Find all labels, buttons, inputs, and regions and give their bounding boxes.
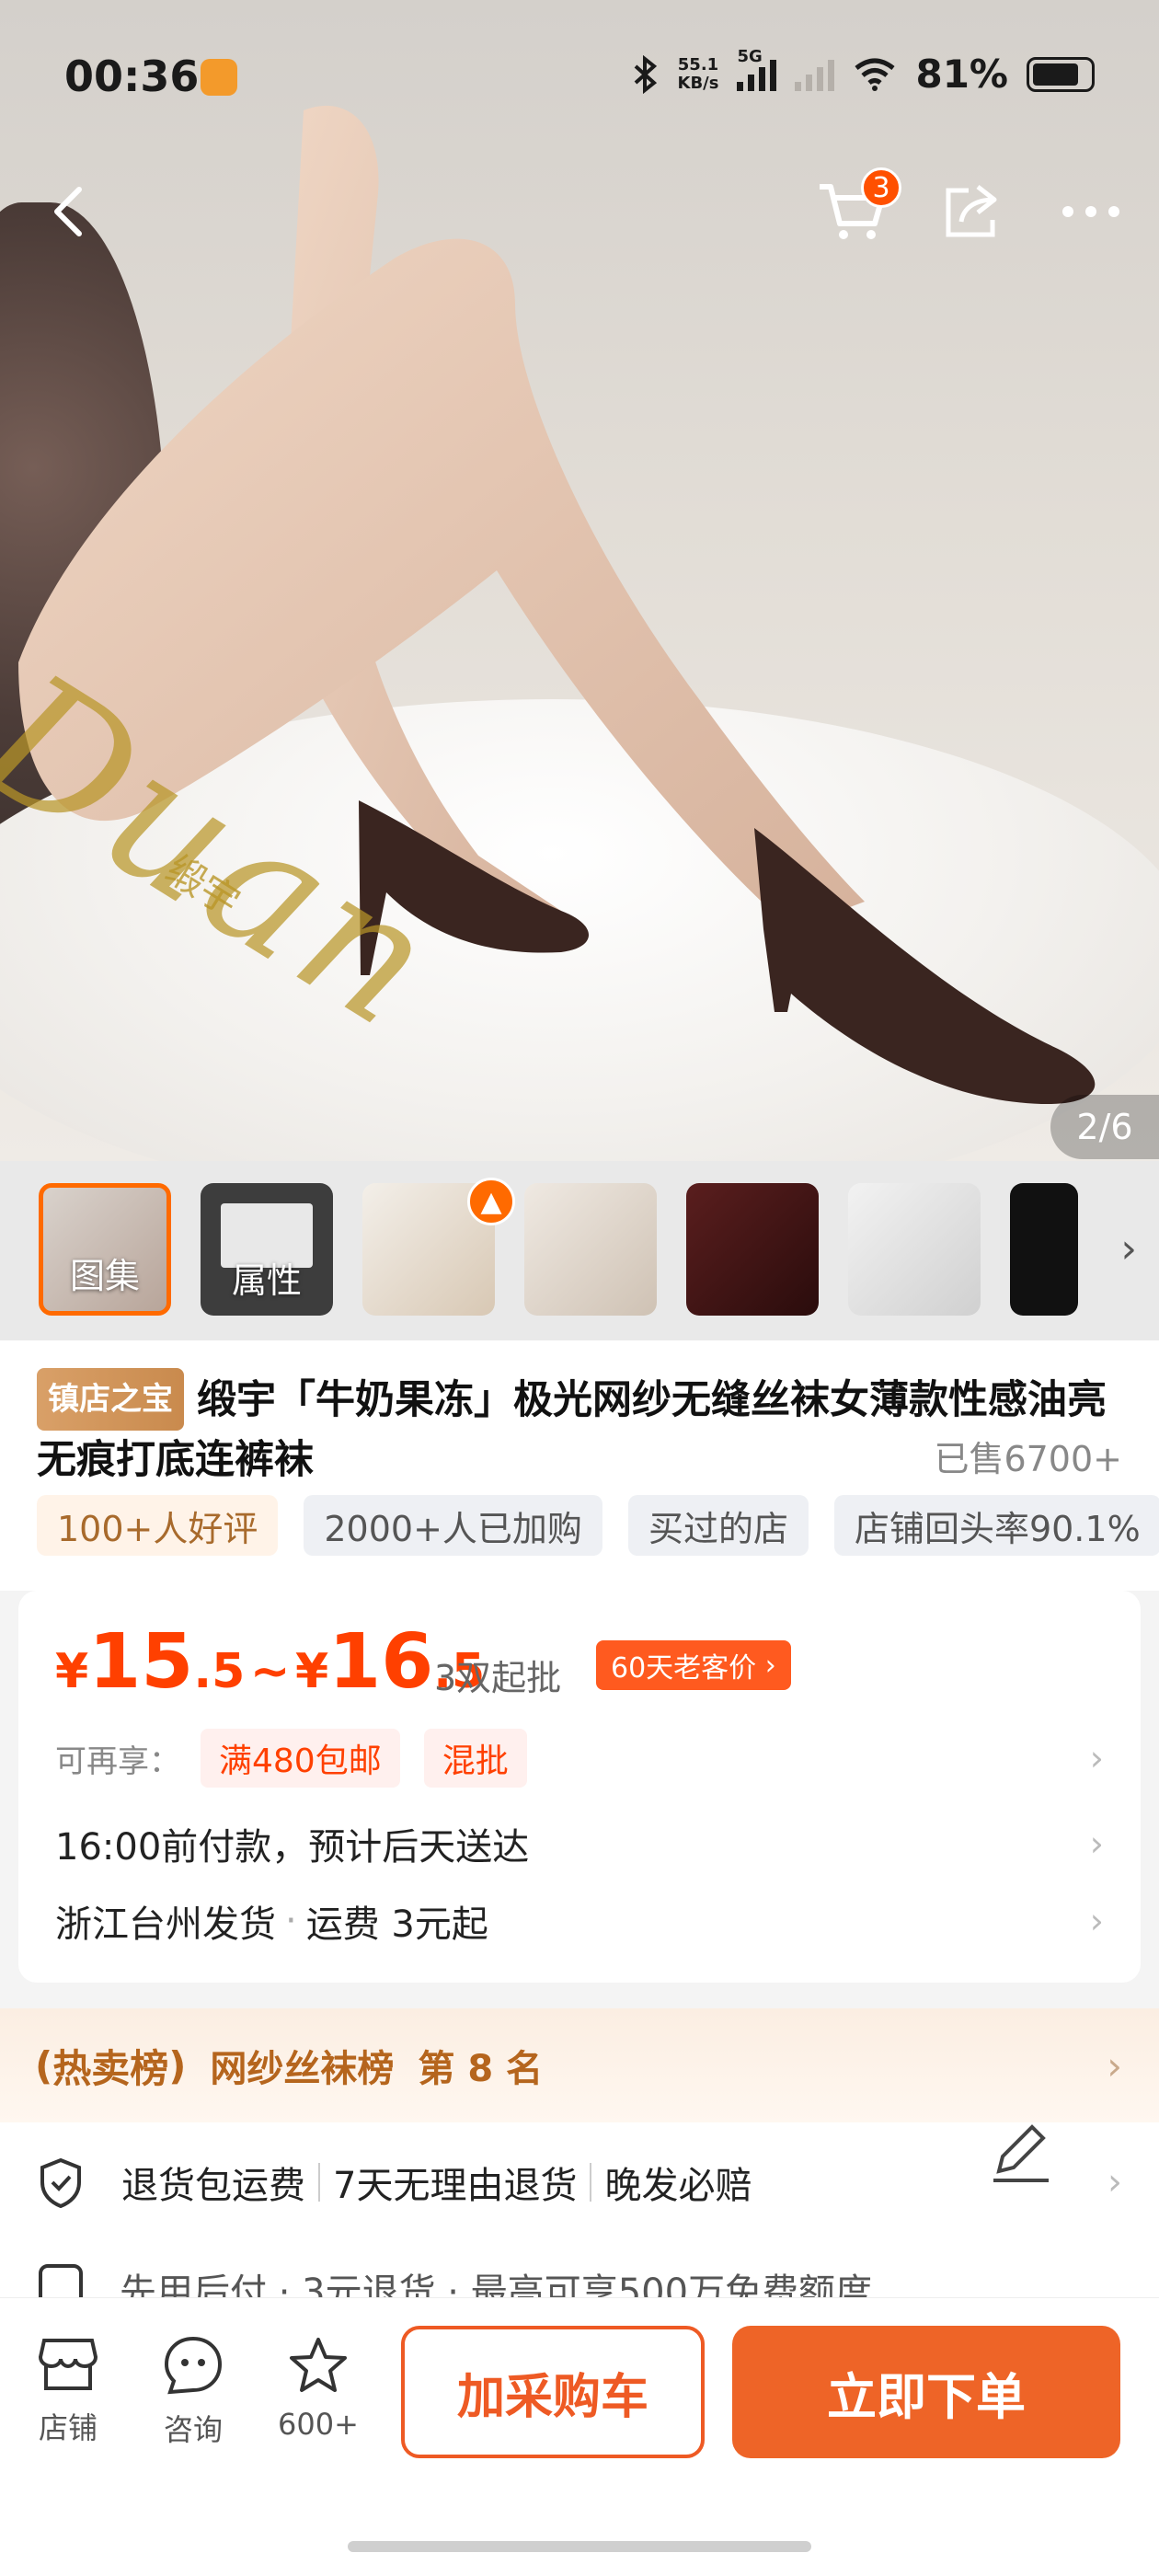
cart-count-badge: 3 [861, 167, 901, 208]
currency-symbol: ¥ [55, 1644, 89, 1699]
buy-now-button[interactable]: 立即下单 [732, 2326, 1120, 2458]
chip-reviews[interactable]: 100+人好评 [37, 1495, 279, 1556]
thumb-gallery[interactable]: 图集 [39, 1183, 171, 1316]
favorite-count: 600+ [278, 2407, 359, 2442]
guarantee-7day-return: 7天无理由退货 [333, 2165, 578, 2207]
image-counter: 2/6 [1050, 1095, 1159, 1159]
back-button[interactable] [31, 175, 105, 248]
pay-later-text: 先用后付 · 3元退货 · 最高可享500万免费额度 [120, 2271, 873, 2297]
chip-added-cart[interactable]: 2000+人已加购 [304, 1495, 602, 1556]
promo-free-shipping: 满480包邮 [201, 1729, 400, 1788]
thumb-image-5[interactable] [686, 1183, 819, 1316]
dot-separator: · [285, 1900, 297, 1942]
consult-tab[interactable]: 咨询 [138, 2335, 248, 2449]
status-time: 00:36 [64, 52, 200, 101]
shield-icon [40, 2157, 81, 2208]
shipping-row[interactable]: 浙江台州发货 · 运费 3元起 › [55, 1894, 1104, 1948]
chevron-right-icon: › [1107, 2042, 1122, 2088]
add-to-cart-button[interactable]: 加采购车 [401, 2326, 705, 2458]
signal-2-icon [795, 58, 835, 91]
chip-repurchase-rate[interactable]: 店铺回头率90.1% [833, 1495, 1159, 1556]
thumbs-next-chevron-icon[interactable]: › [1120, 1225, 1137, 1272]
guarantee-late-compensation: 晚发必赔 [604, 2165, 752, 2207]
edit-icon[interactable] [984, 2116, 1058, 2190]
enjoy-label: 可再享： [55, 1742, 180, 1780]
chevron-right-icon: › [756, 1649, 776, 1682]
battery-icon [1027, 56, 1095, 92]
pay-later-icon [39, 2264, 83, 2297]
more-icon [1062, 206, 1119, 217]
promo-row[interactable]: 可再享： 满480包邮 混批 › [55, 1729, 1104, 1788]
status-bar: 00:36 55.1 KB/s 5G 81% [0, 0, 1159, 156]
store-treasure-badge: 镇店之宝 [37, 1368, 184, 1431]
bottom-action-bar: 店铺 咨询 600+ 加采购车 立即下单 [0, 2297, 1159, 2576]
price-high-int: 16 [328, 1618, 434, 1706]
guarantee-return-shipping: 退货包运费 [121, 2165, 305, 2207]
battery-fill [1033, 63, 1078, 86]
laurel-icon: ) [168, 2042, 187, 2088]
more-button[interactable] [1054, 175, 1128, 248]
store-icon [38, 2339, 98, 2390]
star-icon [290, 2338, 347, 2392]
bluetooth-icon [634, 54, 657, 94]
currency-symbol: ¥ [294, 1644, 329, 1699]
chevron-right-icon: › [1089, 1823, 1104, 1864]
thumb-image-7[interactable] [1010, 1183, 1078, 1316]
favorite-tab[interactable]: 600+ [263, 2335, 373, 2442]
delivery-estimate: 16:00前付款，预计后天送达 [55, 1826, 530, 1869]
share-icon [946, 185, 997, 237]
chevron-right-icon: › [1107, 2161, 1122, 2203]
pay-later-row[interactable]: 先用后付 · 3元退货 · 最高可享500万免费额度 [0, 2242, 1159, 2297]
old-customer-price-button[interactable]: 60天老客价 › [596, 1640, 791, 1690]
rank-position: 第 8 名 [418, 2048, 544, 2090]
cell-signal: 5G [737, 47, 777, 91]
product-title-section: 镇店之宝 缎宇「牛奶果冻」极光网纱无缝丝袜女薄款性感油亮无痕打底连裤袜 已售670… [0, 1340, 1159, 1591]
network-type: 5G [737, 46, 763, 66]
promo-mixed-batch: 混批 [423, 1729, 527, 1788]
app-notification-icon [201, 59, 237, 96]
cart-button[interactable]: 3 [815, 167, 901, 248]
price-low-dec: .5 [193, 1644, 246, 1699]
thumbnail-strip: 图集 属性 ▲ › [0, 1161, 1159, 1340]
thumb-image-6[interactable] [848, 1183, 981, 1316]
net-speed-value: 55.1 [677, 54, 719, 75]
price-card: ¥15.5 ~ ¥16.5 3双起批 60天老客价 › 可再享： 满480包邮 … [18, 1591, 1141, 1983]
thumb-label: 图集 [69, 1256, 140, 1296]
shop-tab[interactable]: 店铺 [13, 2335, 123, 2447]
net-speed-unit: KB/s [677, 73, 719, 93]
thumb-label: 属性 [231, 1260, 302, 1301]
thumb-attributes[interactable]: 属性 [201, 1183, 333, 1316]
sold-count: 已售6700+ [934, 1439, 1122, 1479]
home-indicator[interactable] [348, 2541, 811, 2552]
min-order: 3双起批 [434, 1658, 562, 1698]
thumb-image-4[interactable] [524, 1183, 657, 1316]
chip-visited-store[interactable]: 买过的店 [627, 1495, 809, 1556]
net-speed: 55.1 KB/s [677, 54, 719, 93]
shop-label: 店铺 [38, 2410, 98, 2445]
divider [590, 2163, 592, 2202]
divider [318, 2163, 320, 2202]
rank-title: 热卖榜 [52, 2045, 169, 2091]
ship-from: 浙江台州发货 [55, 1903, 276, 1946]
price-range: ¥15.5 ~ ¥16.5 [55, 1618, 485, 1706]
price-separator: ~ [249, 1644, 291, 1699]
ship-fee: 运费 3元起 [305, 1903, 488, 1946]
wifi-icon [855, 58, 896, 91]
back-icon [54, 187, 82, 236]
chat-icon [164, 2336, 223, 2395]
price-low-int: 15 [88, 1618, 194, 1706]
chevron-right-icon: › [1089, 1738, 1104, 1778]
battery-percent: 81% [915, 52, 1008, 97]
consult-label: 咨询 [163, 2412, 223, 2447]
rank-list-name: 网纱丝袜榜 [210, 2048, 395, 2090]
laurel-icon: ( [35, 2042, 53, 2088]
share-button[interactable] [935, 175, 1008, 248]
highlight-chips: 100+人好评 2000+人已加购 买过的店 店铺回头率90.1% [37, 1495, 1159, 1556]
old-customer-label: 60天老客价 [611, 1652, 757, 1685]
chevron-right-icon: › [1089, 1901, 1104, 1941]
fire-icon: ▲ [467, 1178, 515, 1225]
delivery-row[interactable]: 16:00前付款，预计后天送达 › [55, 1817, 1104, 1870]
hot-sale-rank[interactable]: ( 热卖榜 ) 网纱丝袜榜 第 8 名 › [0, 2008, 1159, 2122]
